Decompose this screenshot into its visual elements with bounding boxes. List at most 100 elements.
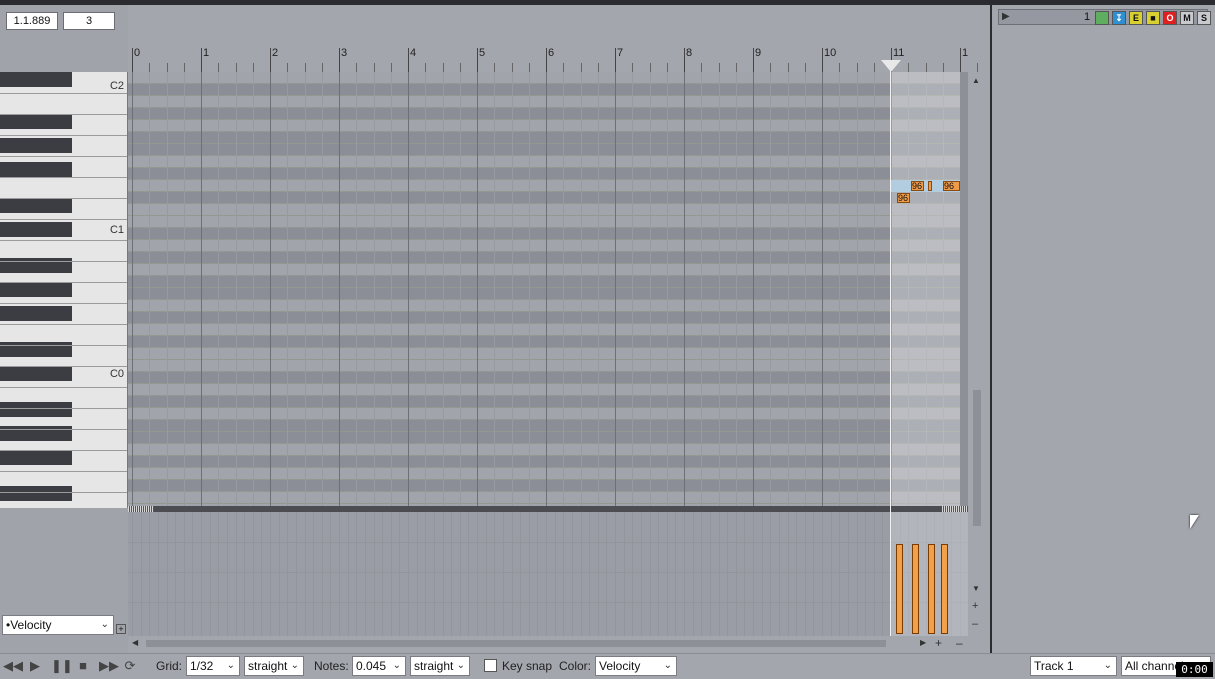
lane-column-line: [313, 512, 315, 636]
velocity-lane[interactable]: [128, 512, 968, 636]
piano-black-key[interactable]: [0, 486, 72, 501]
lane-column-line: [321, 512, 323, 636]
arm-input-icon[interactable]: ↧: [1112, 11, 1126, 25]
grid-type-select[interactable]: straight ⌄: [244, 656, 304, 676]
piano-black-key[interactable]: [0, 198, 72, 213]
timeline-ruler[interactable]: 0 1 2 3 4 5 6 7 8 9 10 11 1: [128, 5, 1013, 72]
velocity-bar[interactable]: [928, 544, 935, 634]
record-arm-icon[interactable]: O: [1163, 11, 1177, 25]
ruler-beat-tick: [287, 63, 289, 72]
lane-column-line: [865, 512, 867, 636]
key-snap-label: Key snap: [502, 659, 553, 673]
lane-column-line: [615, 512, 616, 636]
ruler-bar-number: 7: [617, 47, 624, 59]
lane-column-line: [183, 512, 185, 636]
piano-white-key-divider: [0, 114, 127, 115]
value-field[interactable]: 3: [63, 12, 115, 30]
zoom-out-vertical-icon[interactable]: –: [972, 618, 978, 630]
loop-icon[interactable]: ⟳: [122, 658, 138, 674]
solo-button[interactable]: S: [1197, 11, 1211, 25]
piano-black-key[interactable]: [0, 450, 72, 465]
grid-column-line: [511, 72, 513, 506]
fast-forward-icon[interactable]: ▶▶: [99, 658, 119, 674]
chevron-down-icon: ⌄: [456, 660, 465, 671]
midi-note[interactable]: 96: [911, 181, 924, 191]
note-grid[interactable]: 96 96 96: [128, 72, 968, 506]
piano-black-key[interactable]: [0, 306, 72, 321]
grid-column-line: [839, 72, 841, 506]
notes-length-select[interactable]: 0.045 ⌄: [352, 656, 406, 676]
velocity-bar[interactable]: [941, 544, 948, 634]
pause-icon[interactable]: ❚❚: [51, 658, 73, 674]
ruler-beat-tick: [597, 63, 599, 72]
track-color-swatch[interactable]: [1095, 11, 1109, 25]
grid-column-line: [287, 72, 289, 506]
scroll-left-icon[interactable]: ◀: [132, 638, 138, 647]
lane-column-line: [589, 512, 591, 636]
mute-button[interactable]: M: [1180, 11, 1194, 25]
vertical-scrollbar[interactable]: ▲ ▼ + –: [968, 72, 986, 636]
piano-black-key[interactable]: [0, 114, 72, 129]
piano-black-key[interactable]: [0, 72, 72, 87]
time-position-field[interactable]: 1.1.889: [6, 12, 58, 30]
piano-black-key[interactable]: [0, 162, 72, 177]
color-mode-select[interactable]: Velocity ⌄: [595, 656, 677, 676]
midi-note[interactable]: 96: [943, 181, 960, 191]
grid-row: [128, 96, 968, 108]
piano-black-key[interactable]: [0, 366, 72, 381]
piano-black-key[interactable]: [0, 282, 72, 297]
ruler-beat-tick: [304, 63, 306, 72]
lane-column-line: [718, 512, 720, 636]
scroll-right-icon[interactable]: ▶: [920, 638, 926, 647]
lane-column-line: [753, 512, 754, 636]
edit-cursor-marker[interactable]: [881, 60, 901, 72]
chevron-down-icon: ⌄: [1103, 660, 1112, 671]
scroll-up-icon[interactable]: ▲: [972, 76, 980, 85]
ruler-beat-tick: [442, 63, 444, 72]
ruler-bar-number: 5: [479, 47, 486, 59]
cc-lane-selector[interactable]: •Velocity ⌄: [2, 615, 114, 635]
piano-black-key[interactable]: [0, 138, 72, 153]
piano-white-key-divider: [0, 93, 127, 94]
track-select[interactable]: Track 1 ⌄: [1030, 656, 1117, 676]
track-env-icon[interactable]: ■: [1146, 11, 1160, 25]
add-lane-icon[interactable]: +: [116, 624, 126, 634]
lane-column-line: [511, 512, 513, 636]
lane-column-line: [270, 512, 271, 636]
vertical-scroll-thumb[interactable]: [973, 390, 981, 526]
track-fx-button[interactable]: E: [1129, 11, 1143, 25]
zoom-out-horizontal-icon[interactable]: –: [956, 636, 963, 650]
grid-row: [128, 132, 968, 144]
grid-row: [128, 168, 968, 180]
velocity-bar[interactable]: [912, 544, 919, 634]
lane-column-line: [778, 512, 780, 636]
horizontal-scrollbar[interactable]: ◀ ▶ + –: [128, 636, 968, 652]
rewind-icon[interactable]: ◀◀: [3, 658, 23, 674]
piano-keyboard[interactable]: C2 C1 C0: [0, 72, 128, 508]
midi-note[interactable]: 96: [897, 193, 910, 203]
ruler-beat-tick: [908, 63, 910, 72]
horizontal-scroll-thumb[interactable]: [146, 640, 886, 647]
zoom-in-vertical-icon[interactable]: +: [972, 600, 978, 612]
midi-note[interactable]: [928, 181, 932, 191]
stop-icon[interactable]: ■: [75, 658, 91, 673]
grid-column-line: [304, 72, 306, 506]
expand-triangle-icon[interactable]: ▶: [1002, 11, 1010, 22]
piano-black-key[interactable]: [0, 222, 72, 237]
grid-select[interactable]: 1/32 ⌄: [186, 656, 240, 676]
key-snap-checkbox[interactable]: [484, 659, 497, 672]
lane-row-line: [128, 572, 968, 573]
lane-column-line: [330, 512, 332, 636]
lane-column-line: [528, 512, 530, 636]
lane-column-line: [425, 512, 427, 636]
zoom-in-horizontal-icon[interactable]: +: [935, 636, 942, 650]
ruler-bar-tick: [546, 48, 547, 72]
piano-black-key[interactable]: [0, 402, 72, 417]
velocity-bar[interactable]: [896, 544, 903, 634]
scroll-down-icon[interactable]: ▼: [972, 584, 980, 593]
edit-cursor-line: [890, 60, 891, 636]
play-icon[interactable]: ▶: [27, 658, 43, 674]
notes-type-select[interactable]: straight ⌄: [410, 656, 470, 676]
ruler-beat-tick: [494, 63, 496, 72]
lane-column-line: [373, 512, 375, 636]
